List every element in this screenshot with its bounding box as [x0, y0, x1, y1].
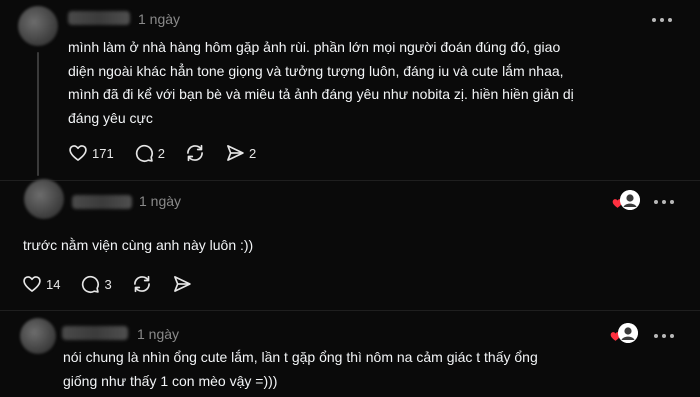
more-options-icon[interactable]	[652, 14, 672, 26]
post-time: 1 ngày	[137, 326, 180, 342]
like-count: 171	[92, 145, 114, 161]
heart-outline-icon	[69, 145, 87, 161]
action-bar: 171 2 2	[68, 143, 276, 163]
repost-button[interactable]	[132, 274, 152, 294]
reply-count: 3	[104, 276, 112, 292]
avatar[interactable]	[20, 318, 56, 354]
speech-bubble-icon	[82, 275, 100, 293]
avatar[interactable]	[18, 6, 58, 46]
thread-line	[37, 52, 39, 176]
author-avatar	[618, 323, 638, 343]
like-count: 14	[46, 276, 61, 292]
repost-arrows-icon	[133, 275, 150, 293]
speech-bubble-icon	[135, 144, 153, 162]
reply-count: 2	[157, 145, 165, 161]
avatar[interactable]	[24, 179, 64, 219]
username-blurred[interactable]	[68, 11, 130, 25]
reply-button[interactable]: 3	[80, 274, 112, 294]
more-options-icon[interactable]	[654, 196, 674, 208]
like-button[interactable]: 171	[68, 143, 114, 163]
comment-text: trước nằm viện cùng anh này luôn :))	[23, 237, 254, 253]
send-arrow-icon	[227, 145, 244, 161]
comment-text: mình làm ở nhà hàng hôm gặp ảnh rùi. phầ…	[68, 39, 574, 126]
send-arrow-icon	[173, 276, 191, 292]
comment-text: nói chung là nhìn ổng cute lắm, lần t gặ…	[63, 349, 538, 389]
post-time: 1 ngày	[138, 11, 181, 27]
more-options-icon[interactable]	[654, 330, 674, 342]
share-count: 2	[248, 145, 257, 161]
thread-feed: 1 ngày mình làm ở nhà hàng hôm gặp ảnh r…	[0, 0, 700, 397]
action-bar: 14 3	[22, 274, 212, 294]
share-button[interactable]: 2	[225, 143, 256, 163]
username-blurred[interactable]	[72, 195, 132, 209]
liked-by-author-badge	[608, 323, 638, 345]
username-blurred[interactable]	[62, 326, 128, 340]
heart-outline-icon	[23, 276, 41, 292]
share-button[interactable]	[172, 274, 192, 294]
repost-button[interactable]	[185, 143, 205, 163]
author-avatar	[620, 190, 640, 210]
divider	[0, 180, 700, 181]
repost-arrows-icon	[187, 144, 203, 162]
liked-by-author-badge	[610, 190, 640, 212]
like-button[interactable]: 14	[22, 274, 60, 294]
divider	[0, 310, 700, 311]
post-time: 1 ngày	[139, 193, 182, 209]
reply-button[interactable]: 2	[134, 143, 165, 163]
